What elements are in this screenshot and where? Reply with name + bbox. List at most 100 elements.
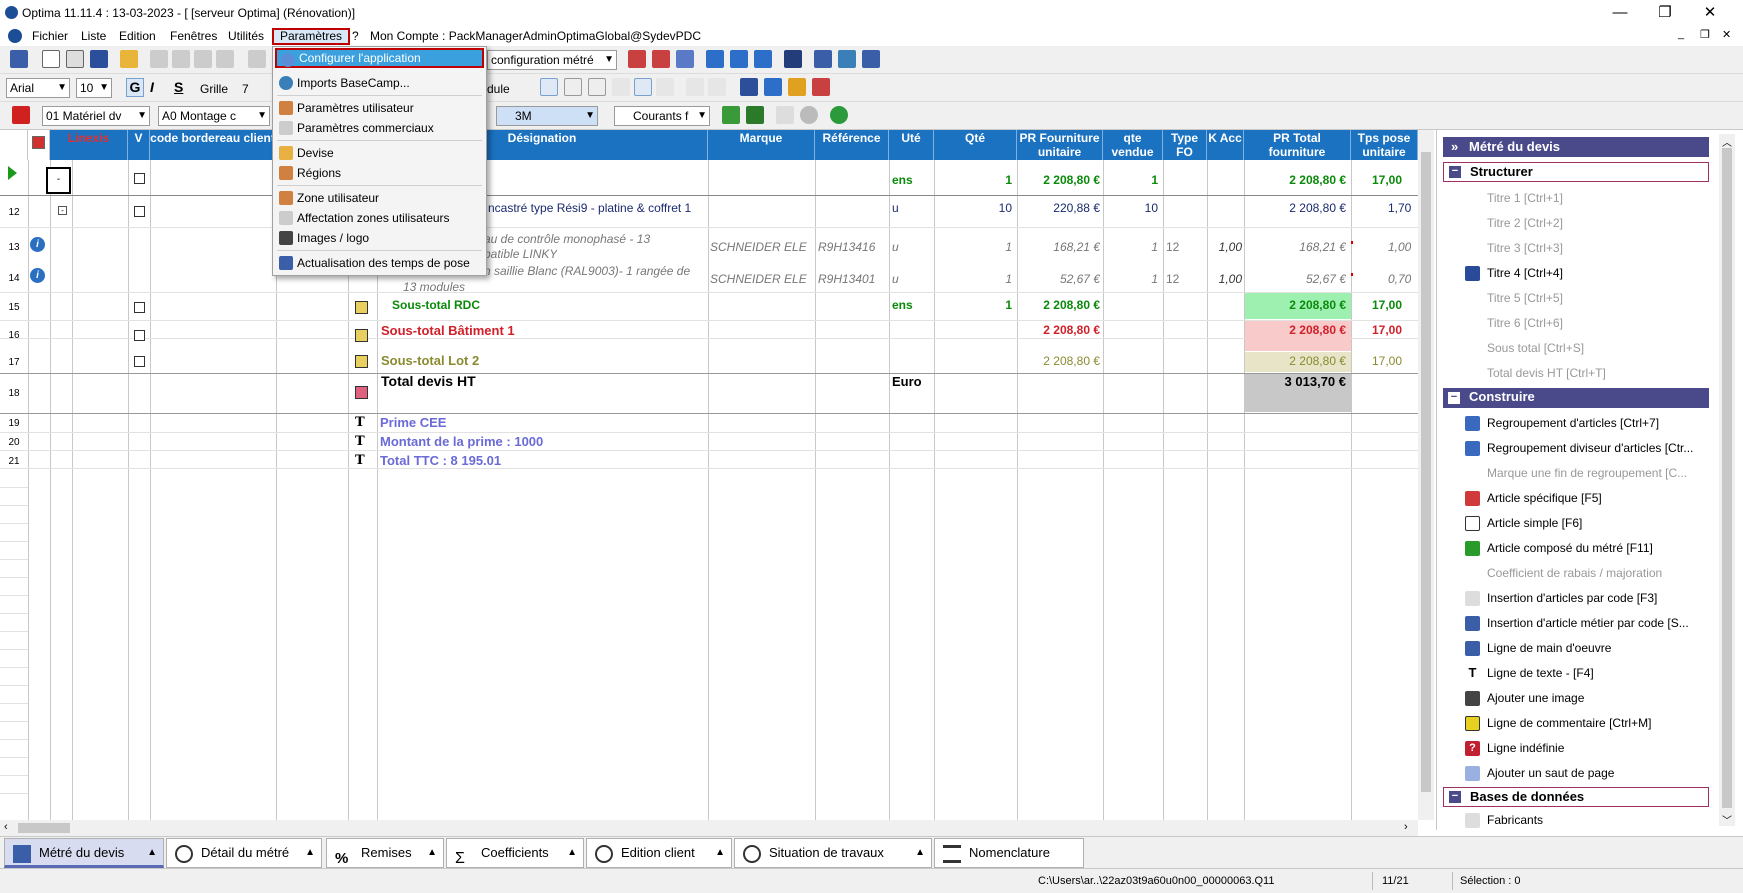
app-menu-icon[interactable]	[8, 29, 22, 43]
scroll-right-icon[interactable]: ›	[1404, 821, 1408, 833]
menu-item-images-logo[interactable]: Images / logo	[275, 228, 484, 248]
row-checkbox[interactable]	[134, 356, 145, 367]
menu-help[interactable]: ?	[346, 28, 365, 45]
menu-fichier[interactable]: Fichier	[26, 28, 74, 45]
rp-titre5[interactable]: Titre 5 [Ctrl+5]	[1443, 287, 1713, 309]
shield-icon[interactable]	[862, 50, 880, 68]
line-style2-icon[interactable]	[564, 78, 582, 96]
mdi-restore-button[interactable]: ❐	[1700, 28, 1710, 41]
grid-value[interactable]: 7	[242, 82, 249, 96]
menu-edition[interactable]: Edition	[113, 28, 162, 45]
courants-combo[interactable]: Courants f ▼	[614, 106, 710, 126]
menu-item-devise[interactable]: Devise	[275, 143, 484, 163]
horizontal-scrollbar-track[interactable]: ‹ ›	[0, 820, 1418, 836]
rp-fin-regroupement[interactable]: Marque une fin de regroupement [C...	[1443, 462, 1713, 484]
header-tps-pose[interactable]: Tps pose unitaire	[1351, 130, 1418, 160]
tab-remises[interactable]: % Remises ▲	[326, 838, 444, 868]
section-bases[interactable]: − Bases de données	[1443, 787, 1709, 807]
align-center-icon[interactable]	[634, 78, 652, 96]
delete-icon[interactable]	[12, 106, 30, 124]
menu-item-actualisation[interactable]: Actualisation des temps de pose	[275, 253, 484, 273]
rp-article-specifique[interactable]: Article spécifique [F5]	[1443, 487, 1713, 509]
window-icon[interactable]	[10, 50, 28, 68]
arrow-updown-icon[interactable]	[754, 50, 772, 68]
tab-metre-devis[interactable]: Métré du devis ▲	[4, 838, 164, 868]
menu-utilites[interactable]: Utilités	[222, 28, 270, 45]
header-reference[interactable]: Référence	[815, 130, 889, 160]
unit-combo[interactable]: 3M ▼	[496, 106, 598, 126]
panel-title-bar[interactable]: » Métré du devis	[1443, 137, 1709, 157]
menu-item-param-utilisateur[interactable]: Paramètres utilisateur	[275, 98, 484, 118]
copy-icon[interactable]	[172, 50, 190, 68]
basecamp-icon[interactable]	[838, 50, 856, 68]
rp-ajouter-image[interactable]: Ajouter une image	[1443, 687, 1713, 709]
menu-item-regions[interactable]: Régions	[275, 163, 484, 183]
scroll-left-icon[interactable]: ‹	[4, 821, 8, 833]
brush-icon[interactable]	[788, 78, 806, 96]
tab-arrow-icon[interactable]: ▲	[715, 839, 725, 867]
rp-article-compose[interactable]: Article composé du métré [F11]	[1443, 537, 1713, 559]
rp-saut-page[interactable]: Ajouter un saut de page	[1443, 762, 1713, 784]
gear-icon[interactable]	[800, 106, 818, 124]
menu-parametres[interactable]: Paramètres	[272, 28, 351, 45]
lock-icon[interactable]	[746, 106, 764, 124]
rp-titre2[interactable]: Titre 2 [Ctrl+2]	[1443, 212, 1713, 234]
scroll-thumb[interactable]	[1722, 148, 1732, 808]
section-construire[interactable]: − Construire	[1443, 388, 1709, 408]
calc-icon[interactable]	[628, 50, 646, 68]
menu-item-imports[interactable]: Imports BaseCamp...	[275, 73, 484, 93]
header-pr-total[interactable]: PR Total fourniture	[1244, 130, 1351, 160]
tools-icon[interactable]	[784, 50, 802, 68]
rp-coefficient[interactable]: Coefficient de rabais / majoration	[1443, 562, 1713, 584]
rp-titre4[interactable]: Titre 4 [Ctrl+4]	[1443, 262, 1713, 284]
menu-item-configurer[interactable]: Configurer l'application	[275, 48, 484, 68]
panel-scrollbar[interactable]: ︿ ﹀	[1719, 134, 1735, 827]
calc3-icon[interactable]	[676, 50, 694, 68]
italic-button[interactable]: I	[150, 79, 154, 95]
rp-titre3[interactable]: Titre 3 [Ctrl+3]	[1443, 237, 1713, 259]
header-linexis[interactable]: Linexis	[50, 130, 128, 160]
mdi-minimize-button[interactable]: _	[1678, 28, 1684, 40]
scroll-up-icon[interactable]: ︿	[1722, 134, 1732, 149]
header-pr-fourniture[interactable]: PR Fourniture unitaire	[1017, 130, 1103, 160]
scroll-down-icon[interactable]: ﹀	[1722, 812, 1732, 827]
arrow-bottom-icon[interactable]	[730, 50, 748, 68]
undo-icon[interactable]	[248, 50, 266, 68]
row-checkbox[interactable]	[134, 173, 145, 184]
rp-ligne-commentaire[interactable]: Ligne de commentaire [Ctrl+M]	[1443, 712, 1713, 734]
config-combo[interactable]: configuration métré ▼	[487, 50, 617, 70]
refresh-green-icon[interactable]	[830, 106, 848, 124]
row-checkbox[interactable]	[134, 330, 145, 341]
rp-regroupement[interactable]: Regroupement d'articles [Ctrl+7]	[1443, 412, 1713, 434]
vertical-scrollbar[interactable]	[1418, 130, 1434, 820]
fill-color-icon[interactable]	[764, 78, 782, 96]
maximize-button[interactable]: ❐	[1642, 2, 1688, 24]
underline-button[interactable]: S	[174, 79, 183, 95]
open-folder-icon[interactable]	[120, 50, 138, 68]
tab-detail-metre[interactable]: Détail du métré ▲	[166, 838, 322, 868]
subcategory-combo[interactable]: A0 Montage c ▼	[158, 106, 270, 126]
copy-doc-icon[interactable]	[66, 50, 84, 68]
indent-icon[interactable]	[686, 78, 704, 96]
close-button[interactable]: ✕	[1687, 2, 1733, 24]
header-k-acc[interactable]: K Acc	[1207, 130, 1244, 160]
tab-arrow-icon[interactable]: ▲	[567, 839, 577, 867]
rp-ligne-texte[interactable]: T Ligne de texte - [F4]	[1443, 662, 1713, 684]
calc2-icon[interactable]	[652, 50, 670, 68]
scroll-thumb[interactable]	[1421, 152, 1431, 792]
tab-arrow-icon[interactable]: ▲	[915, 839, 925, 867]
outdent-icon[interactable]	[708, 78, 726, 96]
info-icon[interactable]: i	[30, 268, 45, 283]
header-qte-vendue[interactable]: qte vendue	[1103, 130, 1163, 160]
rp-insertion-metier[interactable]: Insertion d'article métier par code [S..…	[1443, 612, 1713, 634]
header-qte[interactable]: Qté	[934, 130, 1017, 160]
rp-regroupement-diviseur[interactable]: Regroupement diviseur d'articles [Ctr...	[1443, 437, 1713, 459]
rp-titre1[interactable]: Titre 1 [Ctrl+1]	[1443, 187, 1713, 209]
paste-icon[interactable]	[194, 50, 212, 68]
menu-liste[interactable]: Liste	[75, 28, 112, 45]
align-right-icon[interactable]	[656, 78, 674, 96]
tab-nomenclature[interactable]: Nomenclature	[934, 838, 1084, 868]
menu-item-zone-utilisateur[interactable]: Zone utilisateur	[275, 188, 484, 208]
line-style3-icon[interactable]	[588, 78, 606, 96]
save-icon[interactable]	[90, 50, 108, 68]
